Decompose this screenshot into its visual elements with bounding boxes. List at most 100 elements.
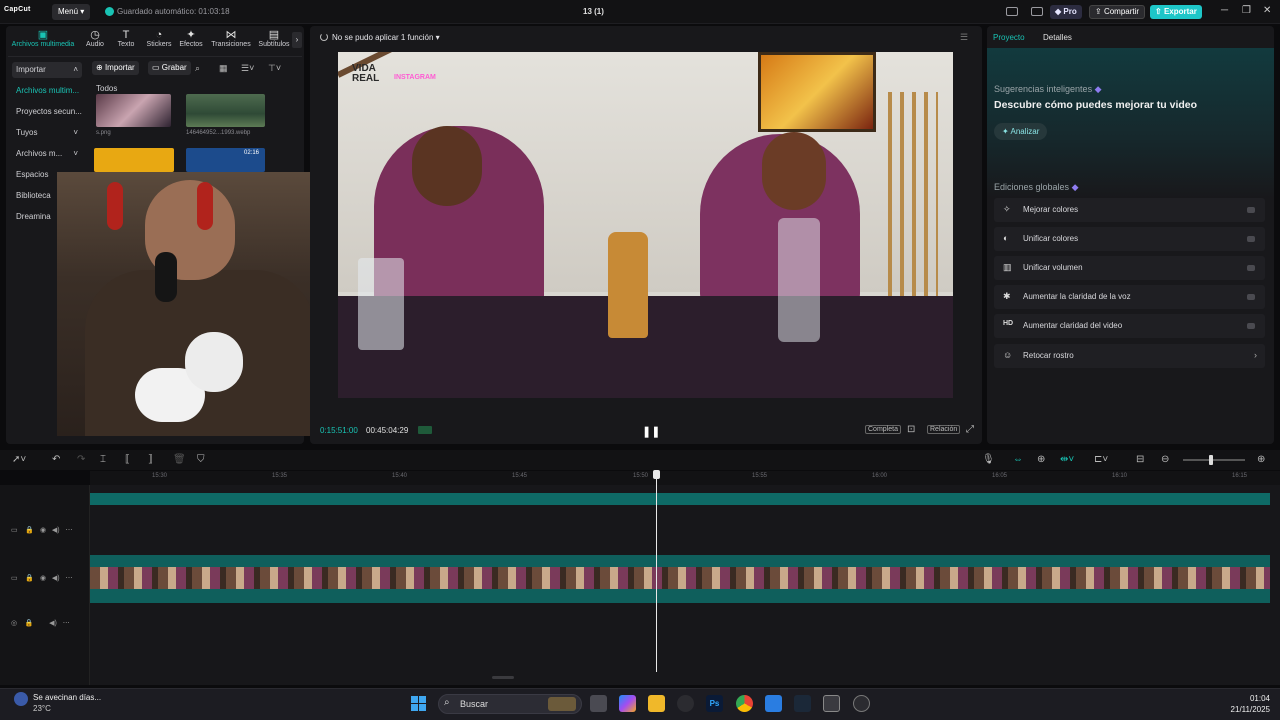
preview-axis-icon[interactable]: ⊏˅: [1094, 454, 1108, 465]
lock-icon[interactable]: 🔒: [25, 620, 34, 627]
fit-screen-icon[interactable]: ⊡: [907, 424, 915, 435]
weather-text[interactable]: Se avecinan días...: [33, 693, 101, 702]
filter-icon[interactable]: ⊤˅: [268, 63, 281, 74]
search-highlight-icon[interactable]: [548, 697, 576, 711]
weather-icon[interactable]: [14, 692, 28, 706]
undo-icon[interactable]: ↶: [52, 454, 60, 465]
steam-icon[interactable]: [794, 695, 811, 712]
speaker-icon[interactable]: ◀): [49, 620, 57, 627]
trim-right-icon[interactable]: ⟧: [148, 454, 153, 465]
clock-time[interactable]: 01:04: [1240, 694, 1270, 703]
more-icon[interactable]: ⋯: [63, 620, 70, 627]
pro-button[interactable]: ◆ Pro: [1050, 5, 1082, 19]
share-button[interactable]: ⇪ Compartir: [1089, 5, 1146, 19]
close-icon[interactable]: ✕: [1263, 5, 1271, 16]
quality-full-button[interactable]: Completa: [865, 425, 901, 434]
sort-icon[interactable]: ☰˅: [241, 63, 254, 74]
file-explorer-icon[interactable]: [648, 695, 665, 712]
windows-start-icon[interactable]: [411, 696, 426, 711]
menu-lines-icon[interactable]: ☰: [960, 32, 968, 43]
lock-icon[interactable]: 🔒: [25, 527, 34, 534]
sidebar-item-files[interactable]: Archivos m... ˅: [12, 146, 82, 162]
tab-subtitles[interactable]: ▤ Subtítulos: [256, 29, 292, 48]
global-edit-video-clarity[interactable]: HD Aumentar claridad del video: [994, 314, 1265, 338]
media-thumbnail[interactable]: [94, 148, 174, 172]
toggle-switch[interactable]: [1247, 236, 1255, 242]
restore-icon[interactable]: ❐: [1242, 5, 1251, 16]
eye-icon[interactable]: ◉: [40, 527, 46, 534]
toggle-switch[interactable]: [1247, 323, 1255, 329]
store-icon[interactable]: [765, 695, 782, 712]
capcut-taskbar-icon[interactable]: [823, 695, 840, 712]
tab-media[interactable]: ▣ Archivos multimedia: [8, 29, 78, 48]
more-icon[interactable]: ⋯: [65, 527, 72, 534]
zoom-slider[interactable]: [1183, 459, 1245, 461]
lock-icon[interactable]: 🔒: [25, 575, 34, 582]
speaker-icon[interactable]: ◀): [52, 575, 60, 582]
minimize-icon[interactable]: ─: [1221, 5, 1228, 16]
tab-effects[interactable]: ✦ Efectos: [174, 29, 208, 48]
tab-audio[interactable]: ◷ Audio: [78, 29, 112, 48]
split-icon[interactable]: ⌶: [100, 454, 106, 465]
search-icon[interactable]: ⌕: [195, 63, 200, 74]
playhead-handle[interactable]: [653, 470, 660, 479]
link-icon[interactable]: ⇔: [1013, 454, 1023, 465]
more-icon[interactable]: ⋯: [65, 575, 72, 582]
global-edit-unify-colors[interactable]: ◐ Unificar colores: [994, 227, 1265, 251]
horizontal-scrollbar[interactable]: [492, 676, 514, 679]
analyze-button[interactable]: ✦ Analizar: [994, 123, 1048, 140]
zoom-in-icon[interactable]: ⊕: [1257, 454, 1265, 465]
obs-icon[interactable]: [853, 695, 870, 712]
global-edit-enhance-colors[interactable]: ✧ Mejorar colores: [994, 198, 1265, 222]
shield-icon[interactable]: ⛉: [197, 454, 205, 465]
timeline-ruler[interactable]: [90, 471, 1280, 485]
task-view-icon[interactable]: [590, 695, 607, 712]
chrome-icon[interactable]: [736, 695, 753, 712]
redo-icon[interactable]: ↷: [77, 454, 85, 465]
global-edit-unify-volume[interactable]: ▥ Unificar volumen: [994, 256, 1265, 280]
toggle-switch[interactable]: [1247, 294, 1255, 300]
delete-icon[interactable]: 🗑: [173, 454, 186, 465]
photoshop-icon[interactable]: Ps: [706, 695, 723, 712]
aspect-ratio-button[interactable]: Relación: [927, 425, 961, 434]
sidebar-item-media[interactable]: Archivos multim...: [12, 83, 82, 99]
caption-icon[interactable]: ⊟: [1136, 454, 1144, 465]
media-thumbnail[interactable]: [186, 94, 265, 127]
chevron-right-icon[interactable]: ›: [292, 32, 302, 48]
player-status[interactable]: No se pudo aplicar 1 función ▾: [320, 33, 440, 42]
trim-left-icon[interactable]: ⟦: [125, 454, 130, 465]
export-button[interactable]: ⇧ Exportar: [1150, 5, 1202, 19]
app-icon[interactable]: [677, 695, 694, 712]
keyboard-icon[interactable]: [1031, 7, 1043, 16]
record-button[interactable]: ▭ Grabar: [148, 61, 191, 75]
layout-icon[interactable]: [1006, 7, 1018, 16]
tab-details[interactable]: Detalles: [1043, 33, 1072, 42]
tab-text[interactable]: T Texto: [109, 29, 143, 48]
select-tool-icon[interactable]: ➚˅: [12, 454, 26, 465]
toggle-switch[interactable]: [1247, 265, 1255, 271]
sidebar-item-yours[interactable]: Tuyos ˅: [12, 125, 82, 141]
eye-icon[interactable]: ◉: [40, 575, 46, 582]
import-button[interactable]: ⊕ Importar: [92, 61, 139, 75]
toggle-switch[interactable]: [1247, 207, 1255, 213]
grid-view-icon[interactable]: ▦: [219, 63, 228, 74]
speaker-icon[interactable]: ◀): [52, 527, 60, 534]
playhead[interactable]: [656, 470, 657, 672]
tab-transitions[interactable]: ⋈ Transiciones: [208, 29, 254, 48]
global-edit-retouch-face[interactable]: ☺ Retocar rostro ›: [994, 344, 1265, 368]
global-edit-voice-clarity[interactable]: ✱ Aumentar la claridad de la voz: [994, 285, 1265, 309]
video-preview[interactable]: VIDA REAL INSTAGRAM: [338, 52, 953, 398]
snap-icon[interactable]: ⊕: [1037, 454, 1045, 465]
microphone-icon[interactable]: 🎙: [982, 454, 995, 465]
timecode-toggle-icon[interactable]: [418, 426, 432, 434]
clock-date[interactable]: 21/11/2025: [1214, 705, 1270, 714]
sidebar-item-import[interactable]: Importar ˄: [12, 62, 82, 78]
pause-button[interactable]: ❚❚: [642, 425, 660, 438]
video-clip-filmstrip[interactable]: [90, 567, 1270, 589]
copilot-icon[interactable]: [619, 695, 636, 712]
tab-stickers[interactable]: ◔ Stickers: [142, 29, 176, 48]
linkage-icon[interactable]: ⇹˅: [1060, 454, 1074, 465]
zoom-slider-handle[interactable]: [1209, 455, 1213, 465]
zoom-out-icon[interactable]: ⊖: [1161, 454, 1169, 465]
media-thumbnail[interactable]: [96, 94, 171, 127]
